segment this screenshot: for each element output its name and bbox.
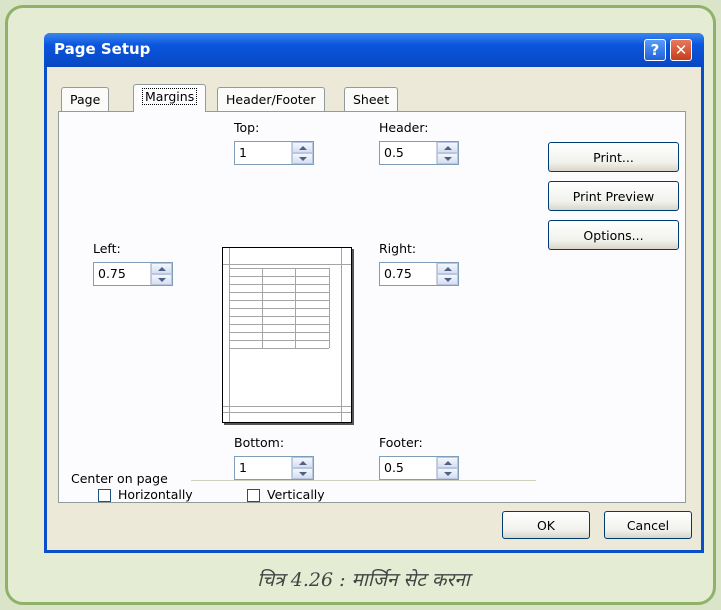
- bottom-down-arrow-icon[interactable]: [292, 468, 313, 479]
- left-label: Left:: [93, 241, 121, 256]
- close-button[interactable]: ✕: [670, 39, 692, 61]
- tab-header-footer[interactable]: Header/Footer: [217, 87, 325, 111]
- header-label: Header:: [379, 120, 429, 135]
- tab-page[interactable]: Page: [61, 87, 110, 111]
- top-down-arrow-icon[interactable]: [292, 153, 313, 164]
- group-divider: [191, 480, 536, 481]
- help-button[interactable]: ?: [644, 39, 666, 61]
- horizontally-label: Horizontally: [118, 487, 193, 502]
- bottom-up-arrow-icon[interactable]: [292, 457, 313, 468]
- header-down-arrow-icon[interactable]: [437, 153, 458, 164]
- header-up-arrow-icon[interactable]: [437, 142, 458, 153]
- page-preview-icon: [222, 247, 352, 423]
- tab-sheet-label: Sheet: [353, 92, 390, 107]
- right-down-arrow-icon[interactable]: [437, 274, 458, 285]
- horizontally-checkbox[interactable]: [98, 489, 111, 502]
- left-value: 0.75: [98, 266, 126, 281]
- footer-label: Footer:: [379, 435, 423, 450]
- page-setup-dialog: Page Setup ? ✕ Page Margins Header/Foote…: [44, 33, 704, 553]
- top-value: 1: [239, 145, 247, 160]
- ok-button-label: OK: [536, 517, 556, 533]
- header-value: 0.5: [384, 145, 404, 160]
- print-preview-button[interactable]: Print Preview: [548, 181, 679, 211]
- figure-frame: Page Setup ? ✕ Page Margins Header/Foote…: [5, 5, 716, 605]
- footer-down-arrow-icon[interactable]: [437, 468, 458, 479]
- title-bar[interactable]: Page Setup ? ✕: [44, 33, 704, 67]
- vertically-checkbox[interactable]: [247, 489, 260, 502]
- footer-value: 0.5: [384, 460, 404, 475]
- footer-spinner[interactable]: 0.5: [379, 456, 459, 480]
- tab-header-footer-label: Header/Footer: [226, 92, 316, 107]
- print-preview-button-label: Print Preview: [572, 188, 655, 204]
- top-label: Top:: [234, 120, 260, 135]
- cancel-button-label: Cancel: [626, 517, 670, 533]
- tab-page-label: Page: [70, 92, 101, 107]
- print-button-label: Print...: [593, 149, 634, 165]
- dialog-client-area: Page Margins Header/Footer Sheet Top: 1: [47, 67, 701, 550]
- dialog-title: Page Setup: [54, 40, 151, 58]
- sheet-grid: [229, 268, 330, 349]
- bottom-value: 1: [239, 460, 247, 475]
- right-value: 0.75: [384, 266, 412, 281]
- tab-margins[interactable]: Margins: [133, 84, 207, 112]
- right-label: Right:: [379, 241, 417, 256]
- right-up-arrow-icon[interactable]: [437, 263, 458, 274]
- ok-button[interactable]: OK: [502, 511, 590, 539]
- top-spinner[interactable]: 1: [234, 141, 314, 165]
- header-spinner[interactable]: 0.5: [379, 141, 459, 165]
- top-up-arrow-icon[interactable]: [292, 142, 313, 153]
- cancel-button[interactable]: Cancel: [604, 511, 692, 539]
- figure-caption: चित्र 4.26 : मार्जिन सेट करना: [257, 569, 470, 591]
- options-button-label: Options...: [583, 227, 644, 243]
- bottom-spinner[interactable]: 1: [234, 456, 314, 480]
- tab-sheet[interactable]: Sheet: [344, 87, 399, 111]
- center-on-page-label: Center on page: [71, 471, 168, 486]
- left-spinner[interactable]: 0.75: [93, 262, 173, 286]
- options-button[interactable]: Options...: [548, 220, 679, 250]
- left-down-arrow-icon[interactable]: [151, 274, 172, 285]
- tab-margins-label: Margins: [142, 88, 198, 105]
- margins-panel: Top: 1 Header: 0.5 Left: 0.75 Right: 0.7…: [58, 111, 686, 503]
- footer-up-arrow-icon[interactable]: [437, 457, 458, 468]
- right-spinner[interactable]: 0.75: [379, 262, 459, 286]
- bottom-label: Bottom:: [234, 435, 285, 450]
- left-up-arrow-icon[interactable]: [151, 263, 172, 274]
- vertically-label: Vertically: [267, 487, 325, 502]
- print-button[interactable]: Print...: [548, 142, 679, 172]
